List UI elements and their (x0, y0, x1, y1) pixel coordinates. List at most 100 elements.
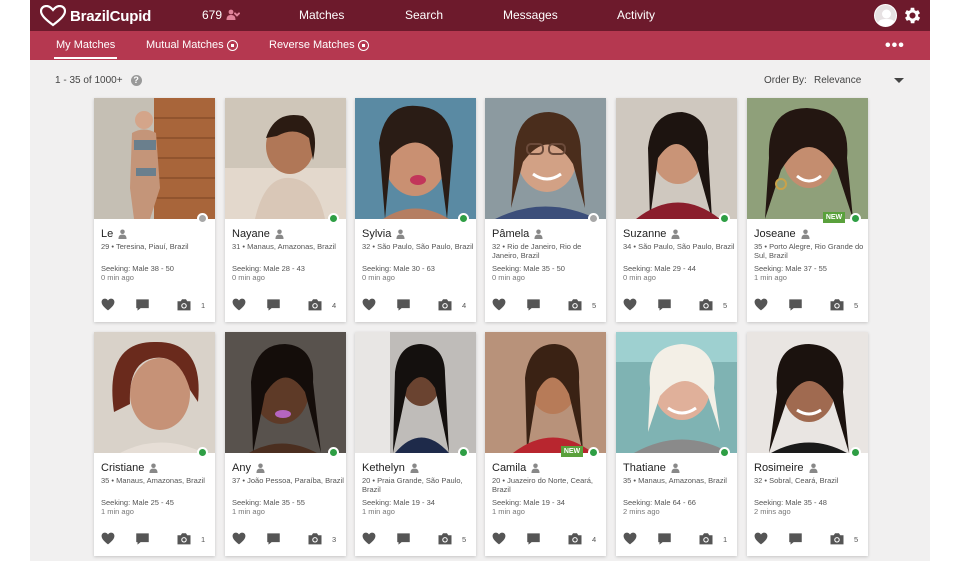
user-avatar[interactable] (874, 4, 897, 27)
tab-reverse-matches[interactable]: Reverse Matches (269, 39, 369, 51)
profile-card[interactable]: Thatiane 35 • Manaus, Amazonas, Brazil See… (616, 332, 737, 556)
matches-subnav: My Matches Mutual Matches Reverse Matche… (30, 31, 930, 60)
photo-count: 4 (592, 535, 597, 544)
camera-icon[interactable] (176, 532, 192, 550)
profile-card[interactable]: NEW Joseane 35 • Porto Alegre, Rio Grande … (747, 98, 868, 322)
profile-photo[interactable] (616, 98, 737, 219)
profile-card[interactable]: Any 37 • João Pessoa, Paraíba, Brazil Seek… (225, 332, 346, 556)
profile-name[interactable]: Sylvia (362, 228, 391, 240)
camera-icon[interactable] (567, 298, 583, 316)
help-icon[interactable]: ? (130, 75, 142, 86)
camera-icon[interactable] (829, 532, 845, 550)
photo-count: 5 (723, 301, 728, 310)
profile-photo[interactable] (616, 332, 737, 453)
online-status-indicator (850, 447, 861, 458)
profile-photo[interactable] (94, 332, 215, 453)
card-actions: 5 (747, 532, 868, 548)
profile-card[interactable]: Suzanne 34 • São Paulo, São Paulo, Brazil… (616, 98, 737, 322)
profile-photo[interactable] (485, 98, 606, 219)
message-icon[interactable] (135, 298, 150, 317)
likes-counter[interactable]: 679 (202, 8, 241, 22)
profile-photo[interactable] (355, 98, 476, 219)
message-icon[interactable] (135, 532, 150, 551)
profile-name[interactable]: Pâmela (492, 228, 529, 240)
profile-photo[interactable] (225, 332, 346, 453)
camera-icon[interactable] (698, 532, 714, 550)
profile-seeking: Seeking: Male 38 - 50 (101, 264, 174, 273)
message-icon[interactable] (788, 298, 803, 317)
profile-name[interactable]: Suzanne (623, 228, 666, 240)
photo-count: 1 (723, 535, 728, 544)
profile-card[interactable]: Rosimeire 32 • Sobral, Ceará, Brazil Seeki… (747, 332, 868, 556)
message-icon[interactable] (266, 532, 281, 551)
like-heart-icon[interactable] (492, 298, 506, 316)
like-heart-icon[interactable] (754, 532, 768, 550)
like-heart-icon[interactable] (623, 298, 637, 316)
like-heart-icon[interactable] (362, 532, 376, 550)
like-heart-icon[interactable] (362, 298, 376, 316)
camera-icon[interactable] (307, 532, 323, 550)
profile-photo[interactable] (355, 332, 476, 453)
more-options-icon[interactable]: ••• (885, 37, 905, 55)
profile-name[interactable]: Nayane (232, 228, 270, 240)
like-heart-icon[interactable] (623, 532, 637, 550)
tab-mutual-matches[interactable]: Mutual Matches (146, 39, 238, 51)
profile-photo[interactable] (225, 98, 346, 219)
gear-icon[interactable] (902, 5, 923, 26)
profile-name[interactable]: Joseane (754, 228, 796, 240)
profile-card[interactable]: Nayane 31 • Manaus, Amazonas, Brazil Seeki… (225, 98, 346, 322)
profile-card[interactable]: Kethelyn 20 • Praia Grande, São Paulo, Br… (355, 332, 476, 556)
profile-name[interactable]: Le (101, 228, 113, 240)
message-icon[interactable] (266, 298, 281, 317)
profile-name[interactable]: Kethelyn (362, 462, 405, 474)
camera-icon[interactable] (437, 298, 453, 316)
message-icon[interactable] (657, 532, 672, 551)
profile-name[interactable]: Rosimeire (754, 462, 804, 474)
profile-card[interactable]: Sylvia 32 • São Paulo, São Paulo, Brazil S… (355, 98, 476, 322)
verified-person-icon (531, 463, 540, 473)
like-heart-icon[interactable] (232, 532, 246, 550)
camera-icon[interactable] (176, 298, 192, 316)
nav-messages[interactable]: Messages (503, 8, 558, 22)
like-heart-icon[interactable] (101, 298, 115, 316)
profile-location: 32 • Rio de Janeiro, Rio de Janeiro, Bra… (492, 242, 582, 260)
camera-icon[interactable] (829, 298, 845, 316)
message-icon[interactable] (526, 532, 541, 551)
order-by-select[interactable]: Relevance (814, 75, 904, 86)
profile-photo[interactable] (747, 98, 868, 219)
message-icon[interactable] (657, 298, 672, 317)
camera-icon[interactable] (437, 532, 453, 550)
camera-icon[interactable] (307, 298, 323, 316)
message-icon[interactable] (526, 298, 541, 317)
profile-name[interactable]: Camila (492, 462, 526, 474)
profile-photo[interactable] (94, 98, 215, 219)
profile-photo[interactable] (747, 332, 868, 453)
camera-icon[interactable] (567, 532, 583, 550)
message-icon[interactable] (788, 532, 803, 551)
like-heart-icon[interactable] (101, 532, 115, 550)
nav-search[interactable]: Search (405, 8, 443, 22)
like-heart-icon[interactable] (492, 532, 506, 550)
chevron-down-icon (894, 78, 904, 83)
brand-logo[interactable]: BrazilCupid (40, 4, 151, 28)
like-heart-icon[interactable] (232, 298, 246, 316)
like-heart-icon[interactable] (754, 298, 768, 316)
profile-photo[interactable] (485, 332, 606, 453)
profile-seeking: Seeking: Male 37 - 55 (754, 264, 827, 273)
profile-name[interactable]: Thatiane (623, 462, 666, 474)
tab-my-matches[interactable]: My Matches (53, 39, 118, 59)
message-icon[interactable] (396, 298, 411, 317)
nav-activity[interactable]: Activity (617, 8, 655, 22)
profile-name[interactable]: Cristiane (101, 462, 144, 474)
profile-name[interactable]: Any (232, 462, 251, 474)
profile-card[interactable]: NEW Camila 20 • Juazeiro do Norte, Ceará, … (485, 332, 606, 556)
profile-card[interactable]: Pâmela 32 • Rio de Janeiro, Rio de Janeir… (485, 98, 606, 322)
nav-matches[interactable]: Matches (299, 8, 344, 22)
profile-card[interactable]: Cristiane 35 • Manaus, Amazonas, Brazil Se… (94, 332, 215, 556)
camera-icon[interactable] (698, 298, 714, 316)
message-icon[interactable] (396, 532, 411, 551)
online-status-indicator (719, 447, 730, 458)
verified-person-icon (410, 463, 419, 473)
profile-card[interactable]: Le 29 • Teresina, Piauí, Brazil Seeking: M… (94, 98, 215, 322)
profile-seeking: Seeking: Male 25 - 45 (101, 498, 174, 507)
